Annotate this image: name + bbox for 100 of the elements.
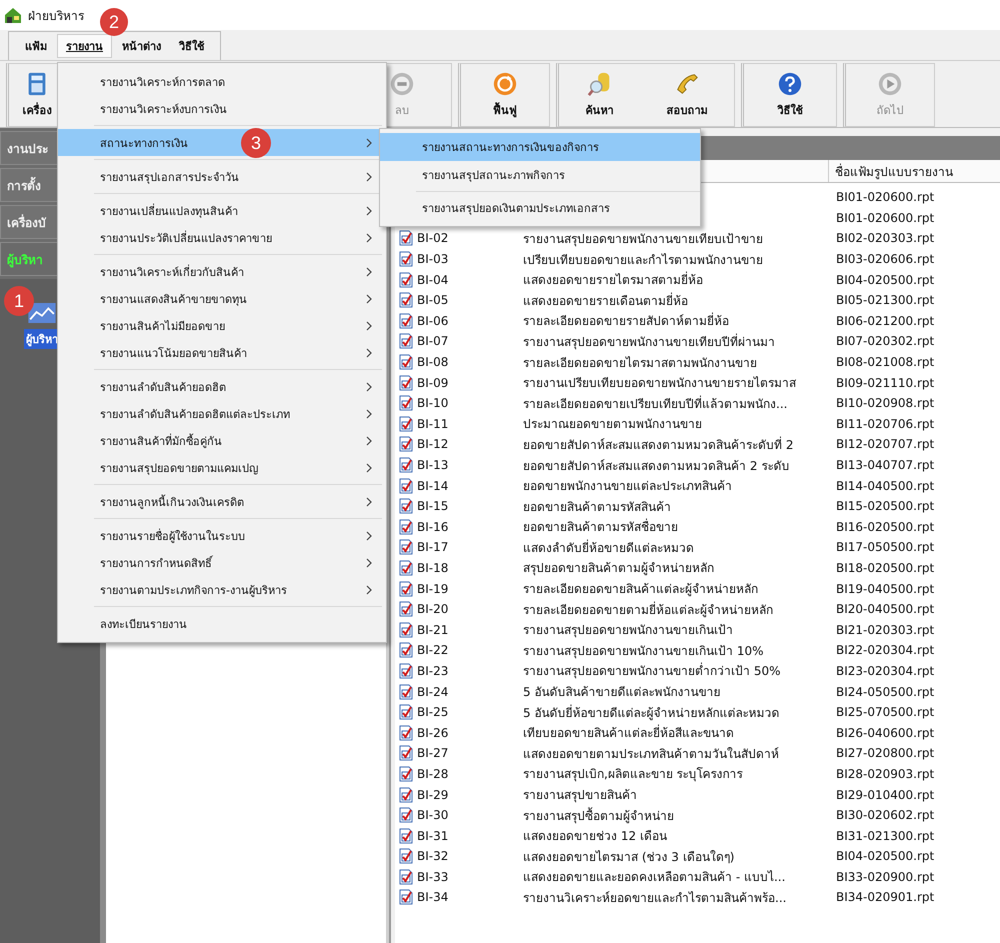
table-cell: BI19-040500.rpt xyxy=(836,582,934,596)
table-cell: แสดงยอดขายไตรมาส (ช่วง 3 เดือนใดๆ) xyxy=(523,850,734,864)
table-cell: BI23-020304.rpt xyxy=(836,664,934,678)
table-cell: BI14-040500.rpt xyxy=(836,478,934,493)
table-cell: BI25-070500.rpt xyxy=(836,705,934,720)
table-cell: BI-19 xyxy=(417,582,448,596)
table-cell: BI-34 xyxy=(417,890,448,904)
table-cell: แสดงยอดขายรายไตรมาสตามยี่ห้อ xyxy=(523,273,703,288)
table-cell: รายละเอียดยอดขายรายสัปดาห์ตามยี่ห้อ xyxy=(523,314,729,328)
table-cell: BI-06 xyxy=(417,314,448,328)
table-cell: BI18-020500.rpt xyxy=(836,560,934,575)
table-cell: BI-03 xyxy=(417,252,448,266)
table-cell: BI34-020901.rpt xyxy=(836,890,934,904)
table-cell: BI-21 xyxy=(417,622,448,637)
table-cell: BI-25 xyxy=(417,705,448,720)
table-cell: BI-04 xyxy=(417,272,448,287)
table-cell: ยอดขายสินค้าตามรหัสชื่อขาย xyxy=(523,520,678,534)
table-cell: รายละเอียดยอดขายไตรมาสตามพนักงานขาย xyxy=(523,356,757,370)
table-cell: BI08-021008.rpt xyxy=(836,355,934,370)
table-cell: BI05-021300.rpt xyxy=(836,293,934,308)
table-cell: BI02-020303.rpt xyxy=(836,231,934,246)
table-cell: สรุปยอดขายสินค้าตามผู้จำหน่ายหลัก xyxy=(523,561,714,576)
table-cell: BI-32 xyxy=(417,849,448,864)
table-cell: BI-09 xyxy=(417,376,448,390)
table-cell: BI03-020606.rpt xyxy=(836,252,934,266)
table-cell: BI-30 xyxy=(417,808,448,822)
table-cell: BI04-020500.rpt xyxy=(836,272,934,287)
table-cell: BI-07 xyxy=(417,334,448,348)
table-cell: BI27-020800.rpt xyxy=(836,746,934,760)
table-cell: BI12-020707.rpt xyxy=(836,437,934,452)
table-cell: รายงานสรุปยอดขายพนักงานขายเทียบปีที่ผ่านมา xyxy=(523,334,775,349)
table-cell: 5 อันดับยี่ห้อขายดีแต่ละผู้จำหน่ายหลักแต่ละหมวด xyxy=(523,706,780,720)
table-cell: BI-10 xyxy=(417,396,448,410)
table-cell: รายงานวิเคราะห์ยอดขายและกำไรตามสินค้าพร้อ... xyxy=(523,890,786,905)
table-cell: เทียบยอดขายสินค้าแต่ละยี่ห้อสีและขนาด xyxy=(523,726,734,740)
table-cell: BI-13 xyxy=(417,458,448,472)
table-cell: BI-11 xyxy=(417,416,448,431)
window-title: ฝ่ายบริหาร xyxy=(28,8,84,24)
table-cell: BI33-020900.rpt xyxy=(836,870,934,884)
table-cell: BI07-020302.rpt xyxy=(836,334,934,348)
table-cell: BI09-021110.rpt xyxy=(836,376,934,390)
table-cell: BI26-040600.rpt xyxy=(836,726,934,740)
table-cell: BI-27 xyxy=(417,746,448,760)
table-cell: BI-12 xyxy=(417,437,448,452)
table-cell: BI31-021300.rpt xyxy=(836,828,934,843)
table-cell: BI29-010400.rpt xyxy=(836,788,934,802)
table-cell: BI-28 xyxy=(417,766,448,781)
table-cell: BI-02 xyxy=(417,231,448,246)
table-cell: BI10-020908.rpt xyxy=(836,396,934,410)
table-cell: เปรียบเทียบยอดขายและกำไรตามพนักงานขาย xyxy=(523,252,763,267)
table-cell: รายละเอียดยอดขายตามยี่ห้อแต่ละผู้จำหน่ายหลัก xyxy=(523,602,773,617)
table-cell: BI-22 xyxy=(417,643,448,658)
table-cell: BI-20 xyxy=(417,602,448,616)
table-cell: BI13-040707.rpt xyxy=(836,458,934,472)
table-cell: รายงานสรุปเบิก,ผลิตและขาย ระบุโครงการ xyxy=(523,767,743,782)
table-cell: BI24-050500.rpt xyxy=(836,684,934,699)
table-cell: BI01-020600.rpt xyxy=(836,190,934,204)
table-cell: BI-29 xyxy=(417,788,448,802)
table-cell: แสดงยอดขายตามประเภทสินค้าตามวันในสัปดาห์ xyxy=(523,746,779,761)
table-cell: BI04-020500.rpt xyxy=(836,849,934,864)
table-cell: รายงานสรุปยอดขายพนักงานขายเทียบเป้าขาย xyxy=(523,232,763,246)
table-cell: แสดงยอดขายรายเดือนตามยี่ห้อ xyxy=(523,294,688,308)
table-cell: BI-14 xyxy=(417,478,448,493)
table-cell: BI22-020304.rpt xyxy=(836,643,934,658)
table-cell: รายงานสรุปยอดขายพนักงานขายเกินเป้า xyxy=(523,623,733,638)
table-cell: BI21-020303.rpt xyxy=(836,622,934,637)
table-cell: ยอดขายสินค้าตามรหัสสินค้า xyxy=(523,500,671,514)
table-cell: BI-17 xyxy=(417,540,448,554)
table-cell: รายงานสรุปซื้อตามผู้จำหน่าย xyxy=(523,808,674,823)
table-cell: ยอดขายสัปดาห์สะสมแสดงตามหมวดสินค้า 2 ระดับ xyxy=(523,458,790,473)
table-cell: BI-15 xyxy=(417,499,448,514)
table-cell: BI-16 xyxy=(417,520,448,534)
table-cell: BI-18 xyxy=(417,560,448,575)
table-cell: BI-05 xyxy=(417,293,448,308)
table-cell: ยอดขายพนักงานขายแต่ละประเภทสินค้า xyxy=(523,479,732,494)
table-cell: BI-24 xyxy=(417,684,448,699)
table-cell: BI15-020500.rpt xyxy=(836,499,934,514)
table-cell: แสดงลำดับยี่ห้อขายดีแต่ละหมวด xyxy=(523,540,694,555)
table-cell: BI17-050500.rpt xyxy=(836,540,934,554)
table-cell: รายงานสรุปขายสินค้า xyxy=(523,788,637,802)
table-cell: ประมาณยอดขายตามพนักงานขาย xyxy=(523,417,702,432)
table-cell: BI01-020600.rpt xyxy=(836,210,934,225)
table-cell: BI-26 xyxy=(417,726,448,740)
table-cell: รายละเอียดยอดขายสินค้าแต่ละผู้จำหน่ายหลัก xyxy=(523,582,758,596)
table-cell: BI30-020602.rpt xyxy=(836,808,934,822)
table-cell: BI11-020706.rpt xyxy=(836,416,934,431)
table-cell: BI06-021200.rpt xyxy=(836,314,934,328)
table-cell: BI28-020903.rpt xyxy=(836,766,934,781)
table-cell: รายงานเปรียบเทียบยอดขายพนักงานขายรายไตรมาส xyxy=(523,376,796,390)
table-cell: BI-31 xyxy=(417,828,448,843)
table-cell: แสดงยอดขายช่วง 12 เดือน xyxy=(523,829,667,844)
table-cell: BI16-020500.rpt xyxy=(836,520,934,534)
table-cell: รายละเอียดยอดขายเปรียบเทียบปีที่แล้วตามพนักง... xyxy=(523,396,788,411)
table-cell: BI-08 xyxy=(417,355,448,370)
table-cell: BI-23 xyxy=(417,664,448,678)
table-cell: รายงานสรุปยอดขายพนักงานขายต่ำกว่าเป้า 50% xyxy=(523,664,780,678)
table-cell: รายงานสรุปยอดขายพนักงานขายเกินเป้า 10% xyxy=(523,644,764,658)
table-cell: BI-33 xyxy=(417,870,448,884)
table-cell: แสดงยอดขายและยอดคงเหลือตามสินค้า - แบบไ... xyxy=(523,870,786,884)
table-cell: 5 อันดับสินค้าขายดีแต่ละพนักงานขาย xyxy=(523,685,720,700)
